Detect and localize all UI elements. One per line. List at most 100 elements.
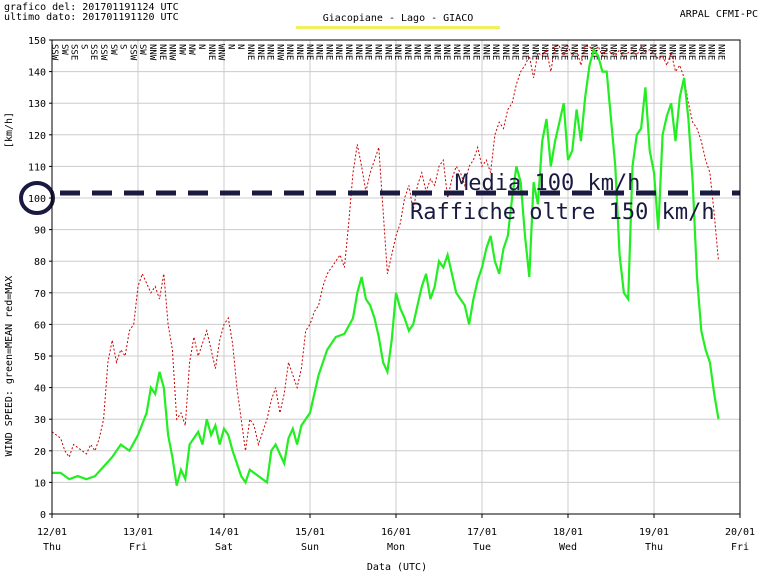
y-tick-label: 0 bbox=[40, 510, 46, 521]
wind-direction-label: NNE bbox=[647, 44, 657, 60]
y-unit-label: [km/h] bbox=[4, 112, 15, 148]
y-tick-label: 80 bbox=[34, 257, 46, 268]
wind-direction-label: NNE bbox=[706, 44, 716, 60]
wind-direction-label: NNE bbox=[372, 44, 382, 60]
wind-direction-label: NNE bbox=[314, 44, 324, 60]
wind-direction-label: NNE bbox=[549, 44, 559, 60]
wind-direction-label: SSW bbox=[127, 44, 137, 61]
y-tick-label: 120 bbox=[28, 131, 46, 142]
wind-direction-label: S bbox=[118, 44, 128, 49]
y-tick-label: 40 bbox=[34, 384, 46, 395]
wind-direction-label: NNE bbox=[353, 44, 363, 60]
y-tick-label: 110 bbox=[28, 162, 46, 173]
y-tick-label: 10 bbox=[34, 478, 46, 489]
y-tick-label: 130 bbox=[28, 99, 46, 110]
wind-direction-label: NNE bbox=[608, 44, 618, 60]
wind-direction-label: NNE bbox=[304, 44, 314, 60]
wind-direction-label: N bbox=[196, 44, 206, 49]
y-axis-label: WIND SPEED: green=MEAN red=MAX bbox=[4, 276, 15, 457]
x-tick-day: Thu bbox=[645, 542, 663, 553]
wind-direction-label: NNE bbox=[676, 44, 686, 60]
mean-wind-series-line bbox=[52, 46, 720, 486]
wind-direction-label: SW bbox=[108, 44, 118, 55]
wind-direction-label: NNW bbox=[167, 44, 177, 61]
chart-axes bbox=[49, 39, 741, 518]
wind-direction-label: NNE bbox=[657, 44, 667, 60]
x-tick-date: 17/01 bbox=[467, 527, 497, 538]
wind-direction-label: NNE bbox=[716, 44, 726, 60]
y-tick-label: 20 bbox=[34, 447, 46, 458]
wind-direction-label: NNE bbox=[559, 44, 569, 60]
wind-direction-label: NNE bbox=[470, 44, 480, 60]
wind-direction-label: SSW bbox=[49, 44, 59, 61]
x-tick-date: 20/01 bbox=[725, 527, 755, 538]
annotation-mean-text: Media 100 km/h bbox=[455, 171, 640, 196]
wind-direction-label: NNW bbox=[147, 44, 157, 61]
wind-direction-label: NNE bbox=[510, 44, 520, 60]
wind-direction-label: NNE bbox=[363, 44, 373, 60]
x-tick-date: 16/01 bbox=[381, 527, 411, 538]
wind-direction-label: NNE bbox=[421, 44, 431, 60]
wind-direction-label: NNE bbox=[294, 44, 304, 60]
wind-direction-label: NW bbox=[186, 44, 196, 55]
chart-grid bbox=[51, 39, 741, 515]
wind-direction-label: NNE bbox=[441, 44, 451, 60]
x-tick-day: Fri bbox=[731, 542, 749, 553]
wind-direction-label: NNE bbox=[500, 44, 510, 60]
wind-direction-label: SSE bbox=[88, 44, 98, 60]
x-tick-date: 12/01 bbox=[37, 527, 67, 538]
wind-direction-label: NNW bbox=[274, 44, 284, 61]
wind-direction-label: NNE bbox=[686, 44, 696, 60]
y-tick-label: 100 bbox=[28, 194, 46, 205]
wind-direction-label: SW bbox=[59, 44, 69, 55]
wind-direction-label: NNE bbox=[696, 44, 706, 60]
wind-direction-label: NNE bbox=[451, 44, 461, 60]
wind-direction-label: NNE bbox=[490, 44, 500, 60]
x-tick-date: 13/01 bbox=[123, 527, 153, 538]
y-tick-label: 90 bbox=[34, 226, 46, 237]
wind-direction-label: NNE bbox=[245, 44, 255, 60]
wind-direction-label: NNE bbox=[333, 44, 343, 60]
wind-direction-label: NNE bbox=[382, 44, 392, 60]
x-tick-day: Sat bbox=[215, 542, 233, 553]
x-tick-date: 19/01 bbox=[639, 527, 669, 538]
x-tick-labels: 12/01 Thu 13/01 Fri 14/01 Sat 15/01 Sun 16/01 Mon… bbox=[37, 527, 755, 553]
y-tick-labels: 0 10 20 30 40 50 60 70 80 90 100 110 120 130 140 150 bbox=[28, 36, 46, 521]
wind-direction-label: N bbox=[235, 44, 245, 49]
wind-direction-label: S bbox=[78, 44, 88, 49]
x-tick-day: Mon bbox=[387, 542, 405, 553]
wind-direction-label: NNE bbox=[157, 44, 167, 60]
wind-direction-label: NNE bbox=[343, 44, 353, 60]
x-tick-date: 18/01 bbox=[553, 527, 583, 538]
wind-direction-label: NNE bbox=[323, 44, 333, 60]
x-tick-date: 15/01 bbox=[295, 527, 325, 538]
wind-direction-label: NNE bbox=[402, 44, 412, 60]
y-tick-label: 70 bbox=[34, 289, 46, 300]
wind-direction-label: WNW bbox=[216, 44, 226, 61]
wind-direction-label: NNE bbox=[617, 44, 627, 60]
wind-direction-label: SW bbox=[137, 44, 147, 55]
x-tick-day: Thu bbox=[43, 542, 61, 553]
wind-direction-label: NNE bbox=[206, 44, 216, 60]
wind-direction-label: NNE bbox=[284, 44, 294, 60]
wind-direction-label: NW bbox=[176, 44, 186, 55]
annotation-gust-text: Raffiche oltre 150 km/h bbox=[410, 200, 715, 225]
y-tick-label: 50 bbox=[34, 352, 46, 363]
wind-direction-label: N bbox=[225, 44, 235, 49]
y-tick-label: 150 bbox=[28, 36, 46, 47]
x-tick-day: Fri bbox=[129, 542, 147, 553]
wind-direction-label: NNE bbox=[529, 44, 539, 60]
wind-direction-label: SSE bbox=[69, 44, 79, 60]
wind-speed-chart: SSW SW SSE S SSE SSW SW S SSW SW NNW NNE NNW NW NW N NNE… bbox=[4, 36, 755, 573]
wind-direction-label: NNE bbox=[255, 44, 265, 60]
wind-direction-label: NNE bbox=[265, 44, 275, 60]
wind-direction-label: NNE bbox=[431, 44, 441, 60]
y-tick-label: 60 bbox=[34, 320, 46, 331]
x-tick-date: 14/01 bbox=[209, 527, 239, 538]
y-tick-label: 30 bbox=[34, 415, 46, 426]
x-axis-label: Data (UTC) bbox=[367, 562, 427, 573]
x-tick-day: Sun bbox=[301, 542, 319, 553]
x-tick-day: Wed bbox=[559, 542, 577, 553]
x-tick-day: Tue bbox=[473, 542, 491, 553]
y-tick-label: 140 bbox=[28, 68, 46, 79]
